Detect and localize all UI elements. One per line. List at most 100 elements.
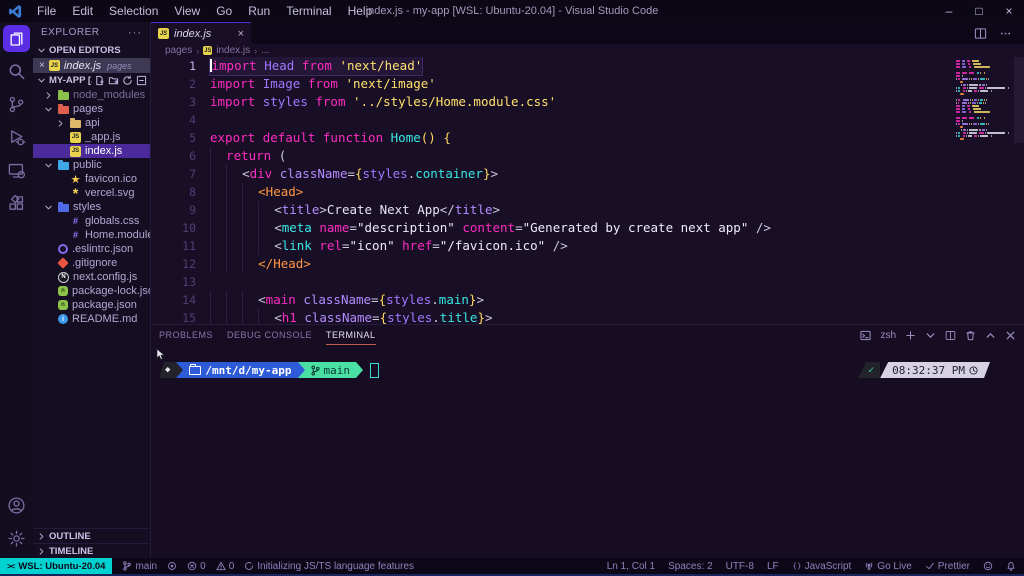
maximize-button[interactable]: □ [964,0,994,22]
statusbar-cursor-position[interactable]: Ln 1, Col 1 [607,561,655,572]
project-section-header[interactable]: MY-APP [... [33,73,150,88]
code-line-3[interactable]: 3import styles from '../styles/Home.modu… [151,93,1024,111]
tree-item-home-module-css[interactable]: #Home.module.css [33,228,150,242]
code-line-9[interactable]: 9<title>Create Next App</title> [151,201,1024,219]
tab-indexjs[interactable]: JS index.js × [151,22,251,44]
code-line-8[interactable]: 8<Head> [151,183,1024,201]
statusbar-sync[interactable] [167,561,177,571]
tree-item-vercel-svg[interactable]: *vercel.svg [33,186,150,200]
statusbar-prettier[interactable]: Prettier [925,561,970,572]
terminal-dropdown-icon[interactable] [925,330,936,341]
editor-scrollbar[interactable] [1014,57,1024,143]
tree-item-public[interactable]: public [33,158,150,172]
new-terminal-icon[interactable] [905,330,916,341]
tree-item-api[interactable]: api [33,116,150,130]
statusbar-language-mode[interactable]: JavaScript [792,561,852,572]
code-line-12[interactable]: 12</Head> [151,255,1024,273]
panel-tab-terminal[interactable]: TERMINAL [326,325,376,345]
menu-run[interactable]: Run [240,0,278,22]
statusbar-language-status[interactable]: Initializing JS/TS language features [244,561,414,572]
activity-extensions[interactable] [3,190,30,217]
minimap-line [956,102,1013,104]
tree-item--eslintrc-json[interactable]: .eslintrc.json [33,242,150,256]
close-panel-icon[interactable] [1005,330,1016,341]
tab-close-icon[interactable]: × [238,28,244,40]
code-line-6[interactable]: 6return ( [151,147,1024,165]
outline-section-header[interactable]: OUTLINE [33,528,150,543]
code-line-1[interactable]: 1import Head from 'next/head' [151,57,1024,75]
remote-indicator[interactable]: >< WSL: Ubuntu-20.04 [0,558,112,574]
menu-view[interactable]: View [166,0,208,22]
activity-search[interactable] [3,58,30,85]
terminal-launch-icon[interactable] [860,330,871,341]
code-line-15[interactable]: 15<h1 className={styles.title}> [151,309,1024,324]
tree-item-pages[interactable]: pages [33,102,150,116]
tree-item-readme-md[interactable]: iREADME.md [33,312,150,326]
statusbar-indentation[interactable]: Spaces: 2 [668,561,712,572]
timeline-section-header[interactable]: TIMELINE [33,543,150,558]
menu-edit[interactable]: Edit [64,0,101,22]
indent-guide [242,183,258,201]
new-file-icon[interactable] [94,75,105,86]
tree-item-package-lock-json[interactable]: npackage-lock.json [33,284,150,298]
code-line-7[interactable]: 7<div className={styles.container}> [151,165,1024,183]
activity-source-control[interactable] [3,91,30,118]
tree-item-package-json[interactable]: npackage.json [33,298,150,312]
activity-accounts[interactable] [3,492,30,519]
close-editor-icon[interactable]: × [39,60,45,71]
menu-terminal[interactable]: Terminal [278,0,339,22]
code-line-11[interactable]: 11<link rel="icon" href="/favicon.ico" /… [151,237,1024,255]
split-editor-icon[interactable] [974,27,987,40]
menu-selection[interactable]: Selection [101,0,166,22]
kill-terminal-icon[interactable] [965,330,976,341]
terminal[interactable]: ◆ /mnt/d/my-app main [151,345,1024,558]
code-line-13[interactable]: 13 [151,273,1024,291]
menu-file[interactable]: File [29,0,64,22]
code-line-4[interactable]: 4 [151,111,1024,129]
open-editors-header[interactable]: OPEN EDITORS [33,43,150,58]
tree-item-favicon-ico[interactable]: ★favicon.ico [33,172,150,186]
statusbar-notifications[interactable] [1006,561,1016,571]
statusbar-go-live[interactable]: Go Live [864,561,911,572]
maximize-panel-icon[interactable] [985,330,996,341]
sidebar-more-actions-icon[interactable]: ··· [128,27,142,39]
tree-item-label: node_modules [73,89,145,101]
breadcrumb-indexjs[interactable]: index.js [216,45,250,56]
statusbar-git-branch[interactable]: main [122,561,157,572]
more-actions-icon[interactable] [999,27,1012,40]
panel-tab-debug-console[interactable]: DEBUG CONSOLE [227,325,312,345]
tree-item-next-config-js[interactable]: Nnext.config.js [33,270,150,284]
new-folder-icon[interactable] [108,75,119,86]
collapse-all-icon[interactable] [136,75,147,86]
statusbar-feedback[interactable] [983,561,993,571]
close-button[interactable]: × [994,0,1024,22]
activity-settings[interactable] [3,525,30,552]
menu-go[interactable]: Go [208,0,240,22]
activity-explorer[interactable] [3,25,30,52]
tree-item-styles[interactable]: styles [33,200,150,214]
statusbar-warnings[interactable]: 0 [216,561,235,572]
tree-item--app-js[interactable]: JS_app.js [33,130,150,144]
tree-item-node-modules[interactable]: node_modules [33,88,150,102]
statusbar-errors[interactable]: 0 [187,561,206,572]
tree-item-index-js[interactable]: JSindex.js [33,144,150,158]
code-editor[interactable]: 1import Head from 'next/head'2import Ima… [151,57,1024,324]
tree-item--gitignore[interactable]: .gitignore [33,256,150,270]
minimap[interactable] [956,60,1013,141]
panel-tab-problems[interactable]: PROBLEMS [159,325,213,345]
code-line-2[interactable]: 2import Image from 'next/image' [151,75,1024,93]
statusbar-encoding[interactable]: UTF-8 [726,561,754,572]
breadcrumb-symbol[interactable]: ... [261,45,269,56]
code-line-5[interactable]: 5export default function Home() { [151,129,1024,147]
code-line-14[interactable]: 14<main className={styles.main}> [151,291,1024,309]
split-terminal-icon[interactable] [945,330,956,341]
activity-run-and-debug[interactable] [3,124,30,151]
statusbar-eol[interactable]: LF [767,561,779,572]
activity-remote-explorer[interactable] [3,157,30,184]
code-line-10[interactable]: 10<meta name="description" content="Gene… [151,219,1024,237]
tree-item-globals-css[interactable]: #globals.css [33,214,150,228]
refresh-icon[interactable] [122,75,133,86]
minimize-button[interactable]: – [934,0,964,22]
breadcrumb-pages[interactable]: pages [165,45,192,56]
open-editor-item[interactable]: × JS index.js pages [33,58,150,73]
